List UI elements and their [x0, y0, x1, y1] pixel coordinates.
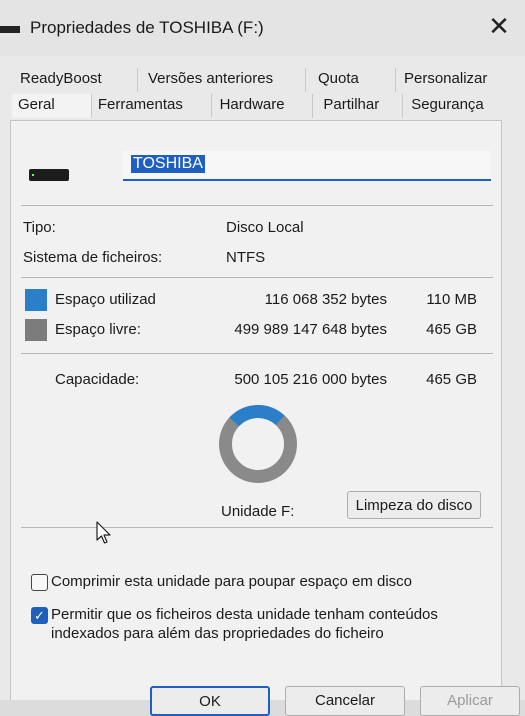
free-space-bytes: 499 989 147 648 bytes	[234, 321, 387, 338]
tab-customize[interactable]: Personalizar	[396, 68, 496, 92]
close-icon: ✕	[488, 10, 510, 41]
tab-sharing[interactable]: Partilhar	[313, 94, 404, 118]
general-panel: TOSHIBA Tipo: Disco Local Sistema de fic…	[10, 120, 502, 700]
tab-hardware[interactable]: Hardware	[212, 94, 314, 118]
tab-row-front: Geral Ferramentas Hardware Partilhar Seg…	[12, 94, 497, 118]
tab-row-back: ReadyBoost Versões anteriores Quota Pers…	[12, 68, 497, 92]
tab-readyboost[interactable]: ReadyBoost	[12, 68, 138, 92]
usage-donut-used	[217, 403, 299, 485]
separator	[21, 277, 493, 278]
used-space-label: Espaço utilizad	[55, 291, 156, 308]
tab-tools[interactable]: Ferramentas	[92, 94, 212, 118]
title-bar[interactable]: Propriedades de TOSHIBA (F:) ✕	[0, 0, 525, 56]
free-space-swatch	[25, 319, 47, 341]
drive-icon	[29, 169, 69, 181]
capacity-label: Capacidade:	[55, 371, 140, 388]
separator	[21, 353, 493, 354]
tab-previous-versions[interactable]: Versões anteriores	[138, 68, 306, 92]
checkmark-icon: ✓	[34, 608, 45, 623]
compress-label: Comprimir esta unidade para poupar espaç…	[51, 573, 413, 590]
disk-cleanup-button[interactable]: Limpeza do disco	[347, 491, 481, 519]
close-button[interactable]: ✕	[483, 10, 515, 42]
window-title: Propriedades de TOSHIBA (F:)	[30, 18, 264, 37]
filesystem-value: NTFS	[226, 249, 266, 266]
compress-checkbox[interactable]	[31, 574, 48, 591]
tab-security[interactable]: Segurança	[403, 94, 497, 118]
separator	[21, 527, 493, 528]
separator	[21, 205, 493, 206]
free-space-size: 465 GB	[426, 321, 477, 338]
tab-quota[interactable]: Quota	[306, 68, 396, 92]
type-value: Disco Local	[226, 219, 304, 236]
filesystem-label: Sistema de ficheiros:	[23, 249, 163, 266]
index-label-line-2: indexados para além das propriedades do …	[51, 625, 384, 642]
capacity-size: 465 GB	[426, 371, 477, 388]
used-space-swatch	[25, 289, 47, 311]
volume-name-input[interactable]: TOSHIBA	[123, 151, 491, 181]
volume-name-text: TOSHIBA	[131, 155, 205, 173]
used-space-bytes: 116 068 352 bytes	[264, 291, 387, 308]
index-label-line-1: Permitir que os ficheiros desta unidade …	[51, 606, 438, 623]
type-label: Tipo:	[23, 219, 56, 236]
tab-general[interactable]: Geral	[12, 94, 92, 118]
drive-letter-label: Unidade F:	[221, 503, 295, 520]
used-space-size: 110 MB	[426, 291, 477, 308]
mouse-cursor-icon	[96, 521, 111, 544]
apply-button[interactable]: Aplicar	[420, 686, 520, 716]
drive-title-icon	[0, 26, 20, 33]
properties-window: Propriedades de TOSHIBA (F:) ✕ ReadyBoos…	[0, 0, 525, 716]
capacity-bytes: 500 105 216 000 bytes	[234, 371, 387, 388]
ok-button[interactable]: OK	[150, 686, 270, 716]
free-space-label: Espaço livre:	[55, 321, 141, 338]
cancel-button[interactable]: Cancelar	[285, 686, 405, 716]
index-checkbox[interactable]: ✓	[31, 607, 48, 624]
drive-led	[32, 174, 34, 176]
